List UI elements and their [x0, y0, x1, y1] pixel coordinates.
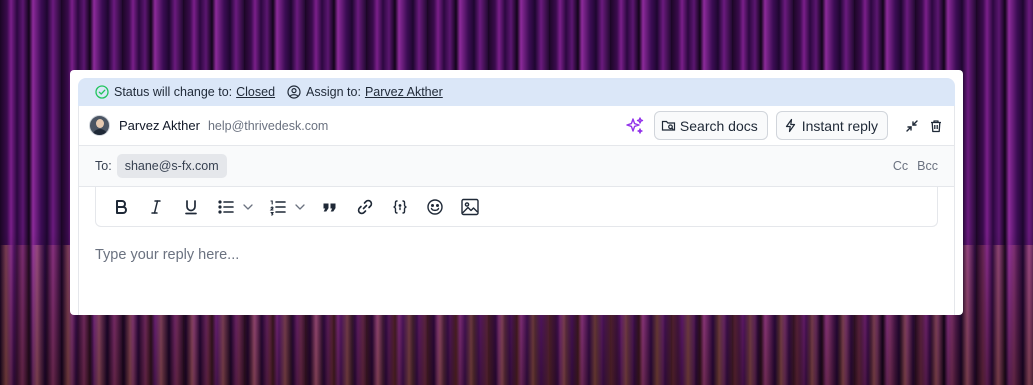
- search-docs-button[interactable]: Search docs: [653, 111, 768, 140]
- instant-reply-button[interactable]: Instant reply: [775, 111, 888, 140]
- underline-icon[interactable]: [180, 196, 202, 218]
- bold-icon[interactable]: [110, 196, 132, 218]
- avatar: [89, 115, 110, 136]
- image-icon[interactable]: [459, 196, 481, 218]
- sender-name: Parvez Akther: [119, 118, 200, 133]
- assign-info: Assign to: Parvez Akther: [287, 85, 443, 99]
- check-circle-icon: [95, 85, 109, 99]
- numbered-list-icon[interactable]: [267, 196, 289, 218]
- reply-editor[interactable]: Type your reply here...: [79, 227, 954, 283]
- to-label: To:: [95, 159, 112, 173]
- editor-placeholder: Type your reply here...: [95, 247, 240, 263]
- code-braces-icon[interactable]: [389, 196, 411, 218]
- cc-button[interactable]: Cc: [893, 159, 908, 173]
- instant-reply-label: Instant reply: [801, 117, 878, 134]
- to-row: To: shane@s-fx.com Cc Bcc: [79, 146, 954, 187]
- link-icon[interactable]: [354, 196, 376, 218]
- chevron-down-icon[interactable]: [242, 196, 254, 218]
- recipient-chip[interactable]: shane@s-fx.com: [116, 154, 227, 178]
- status-prefix: Status will change to:: [114, 85, 233, 99]
- bullet-list-icon[interactable]: [215, 196, 237, 218]
- folder-search-icon: [661, 118, 676, 133]
- search-docs-label: Search docs: [679, 117, 758, 134]
- sender-email[interactable]: help@thrivedesk.com: [208, 119, 328, 133]
- trash-icon[interactable]: [928, 118, 944, 134]
- user-circle-icon: [287, 85, 301, 99]
- ai-sparkles-icon[interactable]: [624, 115, 646, 137]
- lightning-icon: [783, 118, 798, 133]
- minimize-icon[interactable]: [904, 118, 920, 134]
- reply-composer: Status will change to: Closed Assign to:…: [70, 70, 963, 315]
- from-row: Parvez Akther help@thrivedesk.com Search…: [79, 106, 954, 146]
- assign-prefix: Assign to:: [306, 85, 361, 99]
- status-value-link[interactable]: Closed: [236, 85, 275, 99]
- composer-panel: Parvez Akther help@thrivedesk.com Search…: [78, 106, 955, 315]
- chevron-down-icon[interactable]: [294, 196, 306, 218]
- quote-icon[interactable]: [319, 196, 341, 218]
- assignee-link[interactable]: Parvez Akther: [365, 85, 443, 99]
- formatting-toolbar: [95, 187, 938, 227]
- status-change-info: Status will change to: Closed: [95, 85, 275, 99]
- emoji-icon[interactable]: [424, 196, 446, 218]
- bcc-button[interactable]: Bcc: [917, 159, 938, 173]
- italic-icon[interactable]: [145, 196, 167, 218]
- status-bar: Status will change to: Closed Assign to:…: [78, 78, 955, 106]
